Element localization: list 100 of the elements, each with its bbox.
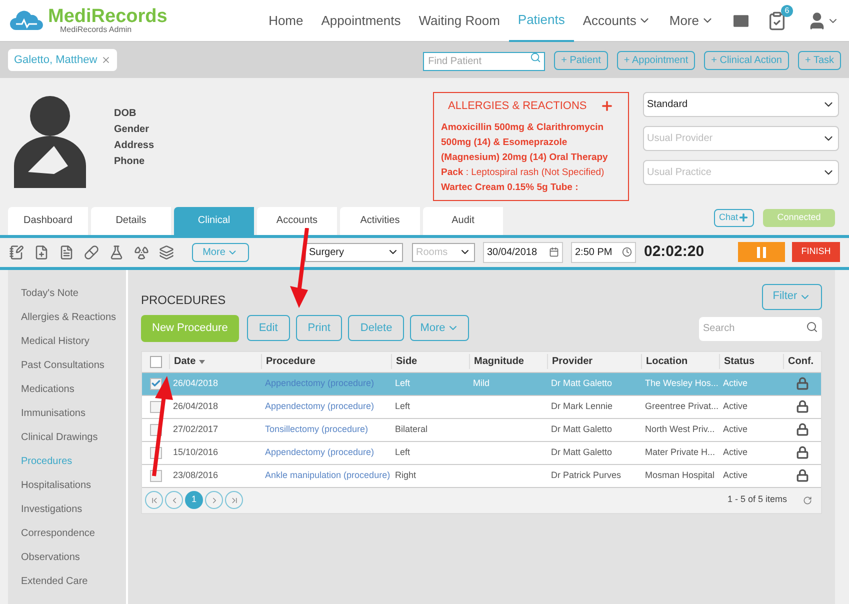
- table-cell-text: Dr Matt Galetto: [550, 376, 614, 390]
- procedure-link[interactable]: Tonsillectomy (procedure): [261, 422, 391, 436]
- column-header[interactable]: Procedure: [261, 354, 391, 369]
- row-checkbox[interactable]: [150, 378, 162, 390]
- column-header[interactable]: Magnitude: [469, 354, 547, 369]
- sidebar-item[interactable]: Extended Care: [21, 570, 126, 594]
- table-cell-text: Dr Patrick Purves: [550, 468, 622, 482]
- sidebar-item[interactable]: Medical History: [21, 330, 126, 354]
- nav-link[interactable]: Accounts: [574, 0, 660, 42]
- section-title: PROCEDURES: [141, 292, 226, 308]
- sidebar-item[interactable]: Immunisations: [21, 402, 126, 426]
- allergies-title: ALLERGIES & REACTIONS: [448, 99, 587, 114]
- column-header[interactable]: Location: [641, 354, 719, 369]
- field-label: Phone: [114, 155, 146, 169]
- column-header[interactable]: Provider: [547, 354, 641, 369]
- date-field[interactable]: 30/04/2018: [483, 242, 563, 262]
- plus-icon: [738, 212, 749, 223]
- patient-tab[interactable]: Galetto, Matthew: [8, 48, 118, 72]
- table-cell-text: Right: [394, 468, 418, 482]
- radiation-icon[interactable]: [134, 244, 149, 260]
- pill-icon[interactable]: [84, 244, 99, 260]
- more-button[interactable]: More: [192, 242, 249, 262]
- table-cell-text: Left: [394, 400, 412, 413]
- cloud-logo-icon: [10, 10, 44, 32]
- table-cell-text: 26/04/2018: [172, 400, 220, 413]
- procedure-link[interactable]: Appendectomy (procedure): [261, 400, 391, 414]
- file-plus-icon[interactable]: [34, 244, 49, 260]
- section-tab[interactable]: Activities: [340, 206, 420, 234]
- column-header[interactable]: Side: [391, 354, 469, 369]
- table-cell-text: The Wesley Hos...: [644, 376, 719, 390]
- table-cell-text: North West Priv...: [644, 422, 716, 436]
- search-icon: [530, 52, 542, 63]
- nav-link[interactable]: More: [660, 0, 723, 42]
- lock-icon[interactable]: [796, 377, 808, 390]
- page-button[interactable]: 1: [185, 491, 203, 509]
- table-cell-text: Greentree Privat...: [644, 400, 719, 413]
- sidebar-item[interactable]: Observations: [21, 546, 126, 570]
- clock-icon: [622, 247, 632, 257]
- table-row[interactable]: 15/10/2016 Appendectomy (procedure) Left Dr Matt Galetto Mater Private H... Active: [142, 440, 821, 464]
- sidebar-item[interactable]: Hospitalisations: [21, 474, 126, 498]
- search-field[interactable]: Search: [699, 316, 822, 341]
- column-header[interactable]: Date: [169, 354, 261, 369]
- dropdown-field[interactable]: Standard: [643, 92, 839, 117]
- field-label: Gender: [114, 123, 150, 137]
- lock-icon[interactable]: [796, 423, 808, 436]
- table-cell-text: Active: [722, 446, 749, 459]
- field-label: DOB: [114, 107, 138, 121]
- lock-icon[interactable]: [796, 446, 808, 459]
- allergy-entry: Amoxicillin 500mg & Clarithromycin 500mg (14) & Esomeprazole (Magnesium) 20mg (14) Oral Therapy Pack : Leptospiral rash (Not Specified): [441, 120, 609, 180]
- notepad-icon[interactable]: [9, 244, 24, 260]
- pause-icon: [757, 246, 766, 258]
- nav-link[interactable]: Appointments: [312, 0, 410, 42]
- lock-icon[interactable]: [796, 400, 808, 413]
- document-icon[interactable]: [59, 244, 74, 260]
- finish-button[interactable]: FINISH: [792, 242, 840, 262]
- table-cell-text: Active: [722, 468, 749, 482]
- first-page-icon: [150, 496, 158, 504]
- section-tab[interactable]: Details: [91, 206, 171, 234]
- sidebar-item[interactable]: Investigations: [21, 498, 126, 522]
- section-tab[interactable]: Audit: [423, 206, 503, 234]
- row-checkbox[interactable]: [150, 400, 162, 412]
- table-cell-text: Left: [394, 446, 412, 459]
- table-cell-text: 27/02/2017: [172, 422, 220, 436]
- time-field[interactable]: 2:50 PM: [571, 242, 636, 262]
- close-icon[interactable]: [101, 55, 112, 65]
- table-row[interactable]: 27/02/2017 Tonsillectomy (procedure) Bilateral Dr Matt Galetto North West Priv... Active: [142, 418, 821, 440]
- select-all-checkbox[interactable]: [150, 356, 162, 368]
- allergy-entry: Wartec Cream 0.15% 5g Tube :: [441, 180, 580, 194]
- sidebar-item[interactable]: Past Consultations: [21, 354, 126, 378]
- table-cell-text: 15/10/2016: [172, 446, 220, 459]
- sidebar-item[interactable]: Medications: [21, 378, 126, 402]
- location-select[interactable]: Surgery: [305, 242, 403, 262]
- table-cell-text: Bilateral: [394, 422, 429, 436]
- calendar-icon: [549, 247, 559, 257]
- sidebar-item[interactable]: Correspondence: [21, 522, 126, 546]
- layers-icon[interactable]: [159, 244, 174, 260]
- find-patient-field[interactable]: Find Patient: [423, 52, 546, 71]
- section-tab[interactable]: Accounts: [257, 206, 337, 234]
- lock-icon[interactable]: [796, 469, 808, 482]
- sidebar-item[interactable]: Clinical Drawings: [21, 426, 126, 450]
- nav-link[interactable]: Home: [260, 0, 312, 42]
- table-cell-text: Dr Mark Lennie: [550, 400, 614, 413]
- section-tab[interactable]: Dashboard: [8, 206, 88, 234]
- sidebar-item[interactable]: Today's Note: [21, 282, 126, 306]
- tasks-icon[interactable]: [767, 10, 787, 30]
- nav-link[interactable]: Waiting Room: [410, 0, 509, 42]
- chat-button[interactable]: Chat: [714, 208, 754, 226]
- refresh-icon[interactable]: [803, 496, 812, 504]
- section-tab[interactable]: Clinical: [174, 206, 254, 234]
- table-cell-text: Dr Matt Galetto: [550, 446, 614, 459]
- add-icon[interactable]: [600, 99, 614, 114]
- flask-icon[interactable]: [109, 244, 124, 260]
- items-summary: 1 - 5 of 5 items: [727, 493, 787, 506]
- procedure-link[interactable]: Appendectomy (procedure): [261, 446, 391, 460]
- connection-status: Connected: [763, 208, 835, 226]
- procedure-link[interactable]: Ankle manipulation (procedure): [261, 468, 391, 482]
- table-row[interactable]: 26/04/2018 Appendectomy (procedure) Left Dr Mark Lennie Greentree Privat... Active: [142, 394, 821, 418]
- column-header[interactable]: Status: [719, 354, 783, 369]
- column-header[interactable]: Conf.: [783, 354, 821, 369]
- sidebar-item[interactable]: Allergies & Reactions: [21, 306, 126, 330]
